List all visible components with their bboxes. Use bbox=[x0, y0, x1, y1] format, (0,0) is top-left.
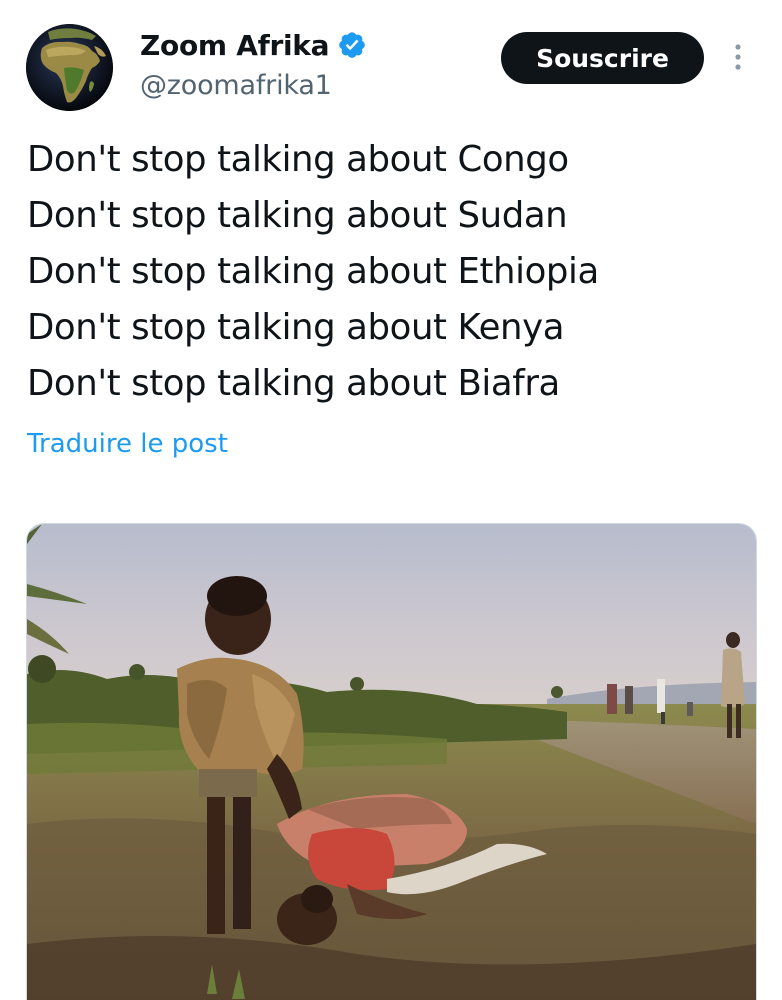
more-options-button[interactable] bbox=[728, 40, 748, 76]
translate-post-link[interactable]: Traduire le post bbox=[27, 429, 228, 459]
post-text: Don't stop talking about Congo Don't sto… bbox=[27, 132, 767, 412]
verified-badge-icon bbox=[339, 32, 365, 58]
avatar[interactable] bbox=[26, 24, 113, 111]
more-vertical-icon bbox=[735, 44, 741, 70]
post-media-photo[interactable] bbox=[26, 523, 757, 1000]
post-line: Don't stop talking about Ethiopia bbox=[27, 251, 599, 292]
author-handle[interactable]: @zoomafrika1 bbox=[140, 70, 332, 101]
africa-globe-icon bbox=[26, 24, 113, 111]
post-line: Don't stop talking about Congo bbox=[27, 139, 569, 180]
post-line: Don't stop talking about Sudan bbox=[27, 195, 568, 236]
author-name-row: Zoom Afrika bbox=[140, 25, 367, 65]
post-line: Don't stop talking about Biafra bbox=[27, 363, 560, 404]
post-line: Don't stop talking about Kenya bbox=[27, 307, 565, 348]
display-name[interactable]: Zoom Afrika bbox=[140, 29, 329, 62]
subscribe-button[interactable]: Souscrire bbox=[501, 32, 704, 84]
photo-image bbox=[27, 524, 756, 1000]
